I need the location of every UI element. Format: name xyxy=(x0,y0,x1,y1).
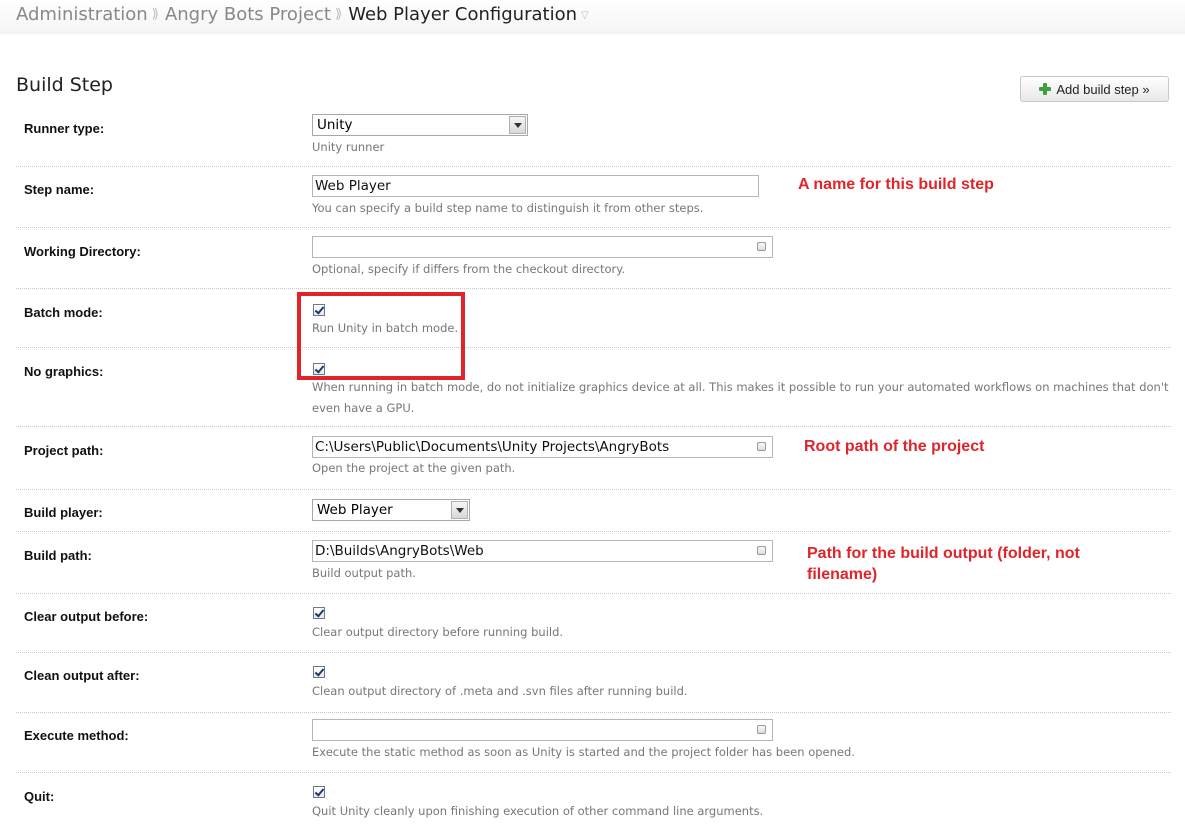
build-path-label: Build path: xyxy=(24,548,92,563)
execute-method-label: Execute method: xyxy=(24,728,129,743)
breadcrumb-administration[interactable]: Administration xyxy=(16,4,148,25)
clean-output-after-note: Clean output directory of .meta and .svn… xyxy=(312,684,688,698)
build-player-label: Build player: xyxy=(24,505,103,520)
highlight-rectangle xyxy=(297,292,465,380)
row-working-directory: Working Directory: Optional, specify if … xyxy=(16,228,1171,289)
browse-icon[interactable] xyxy=(757,725,766,734)
build-path-annotation-line2: filename) xyxy=(807,566,878,583)
project-path-note: Open the project at the given path. xyxy=(312,461,516,475)
build-path-value: D:\Builds\AngryBots\Web xyxy=(315,543,484,559)
quit-label: Quit: xyxy=(24,789,55,804)
build-player-select[interactable]: Web Player xyxy=(312,499,470,521)
row-clear-output-before: Clear output before: Clear output direct… xyxy=(16,594,1171,653)
row-quit: Quit: Quit Unity cleanly upon finishing … xyxy=(16,773,1171,831)
clear-output-before-note: Clear output directory before running bu… xyxy=(312,625,564,639)
build-path-note: Build output path. xyxy=(312,566,416,580)
row-clean-output-after: Clean output after: Clean output directo… xyxy=(16,653,1171,713)
execute-method-input[interactable] xyxy=(312,719,773,741)
runner-type-value: Unity xyxy=(317,117,353,133)
plus-icon xyxy=(1039,83,1052,95)
runner-type-note: Unity runner xyxy=(312,140,385,154)
breadcrumb-configuration: Web Player Configuration xyxy=(348,4,577,25)
working-directory-label: Working Directory: xyxy=(24,244,141,259)
clear-output-before-checkbox[interactable] xyxy=(313,607,325,619)
page-header: Administration ⟫ Angry Bots Project ⟫ Web Pl… xyxy=(0,0,1185,34)
row-execute-method: Execute method: Execute the static metho… xyxy=(16,713,1171,773)
batch-mode-label: Batch mode: xyxy=(24,305,103,320)
clear-output-before-label: Clear output before: xyxy=(24,609,149,624)
working-directory-input[interactable] xyxy=(312,236,773,258)
row-no-graphics: No graphics: When running in batch mode,… xyxy=(16,348,1171,427)
step-name-input[interactable]: Web Player xyxy=(312,175,759,197)
build-player-value: Web Player xyxy=(317,502,393,518)
add-build-step-button[interactable]: Add build step » xyxy=(1020,76,1169,102)
row-step-name: Step name: Web Player You can specify a … xyxy=(16,167,1171,228)
no-graphics-note-line2: even have a GPU. xyxy=(312,401,415,415)
row-build-player: Build player: Web Player xyxy=(16,490,1171,532)
runner-type-label: Runner type: xyxy=(24,121,105,136)
step-name-label: Step name: xyxy=(24,182,95,197)
breadcrumb-separator-icon: ⟫ xyxy=(334,7,343,22)
no-graphics-note-line1: When running in batch mode, do not initi… xyxy=(312,380,1169,394)
project-path-label: Project path: xyxy=(24,443,104,458)
project-path-annotation: Root path of the project xyxy=(804,438,985,455)
quit-note: Quit Unity cleanly upon finishing execut… xyxy=(312,804,764,818)
breadcrumb-project[interactable]: Angry Bots Project xyxy=(165,4,331,25)
clean-output-after-label: Clean output after: xyxy=(24,668,140,683)
project-path-value: C:\Users\Public\Documents\Unity Projects… xyxy=(315,439,670,455)
build-path-input[interactable]: D:\Builds\AngryBots\Web xyxy=(312,540,773,562)
row-build-path: Build path: D:\Builds\AngryBots\Web Buil… xyxy=(16,532,1171,594)
working-directory-note: Optional, specify if differs from the ch… xyxy=(312,262,626,276)
runner-type-select[interactable]: Unity xyxy=(312,114,528,136)
row-project-path: Project path: C:\Users\Public\Documents\… xyxy=(16,427,1171,490)
step-name-note: You can specify a build step name to dis… xyxy=(312,201,704,215)
execute-method-note: Execute the static method as soon as Uni… xyxy=(312,745,855,759)
row-batch-mode: Batch mode: Run Unity in batch mode. xyxy=(16,289,1171,347)
quit-checkbox[interactable] xyxy=(313,786,325,798)
chevron-down-icon[interactable] xyxy=(509,116,526,134)
build-path-annotation-line1: Path for the build output (folder, not xyxy=(807,545,1080,562)
breadcrumb: Administration ⟫ Angry Bots Project ⟫ Web Pl… xyxy=(16,3,589,30)
project-path-input[interactable]: C:\Users\Public\Documents\Unity Projects… xyxy=(312,436,773,458)
browse-icon[interactable] xyxy=(757,442,766,451)
chevron-down-icon[interactable] xyxy=(451,501,468,519)
chevron-down-icon[interactable]: ▽ xyxy=(581,10,589,21)
clean-output-after-checkbox[interactable] xyxy=(313,666,325,678)
browse-icon[interactable] xyxy=(757,242,766,251)
section-title: Build Step xyxy=(16,74,113,96)
no-graphics-label: No graphics: xyxy=(24,364,104,379)
add-build-step-label: Add build step » xyxy=(1056,81,1150,97)
row-runner-type: Runner type: Unity Unity runner xyxy=(16,108,1171,167)
browse-icon[interactable] xyxy=(757,546,766,555)
step-name-annotation: A name for this build step xyxy=(798,176,994,193)
breadcrumb-separator-icon: ⟫ xyxy=(151,7,159,22)
